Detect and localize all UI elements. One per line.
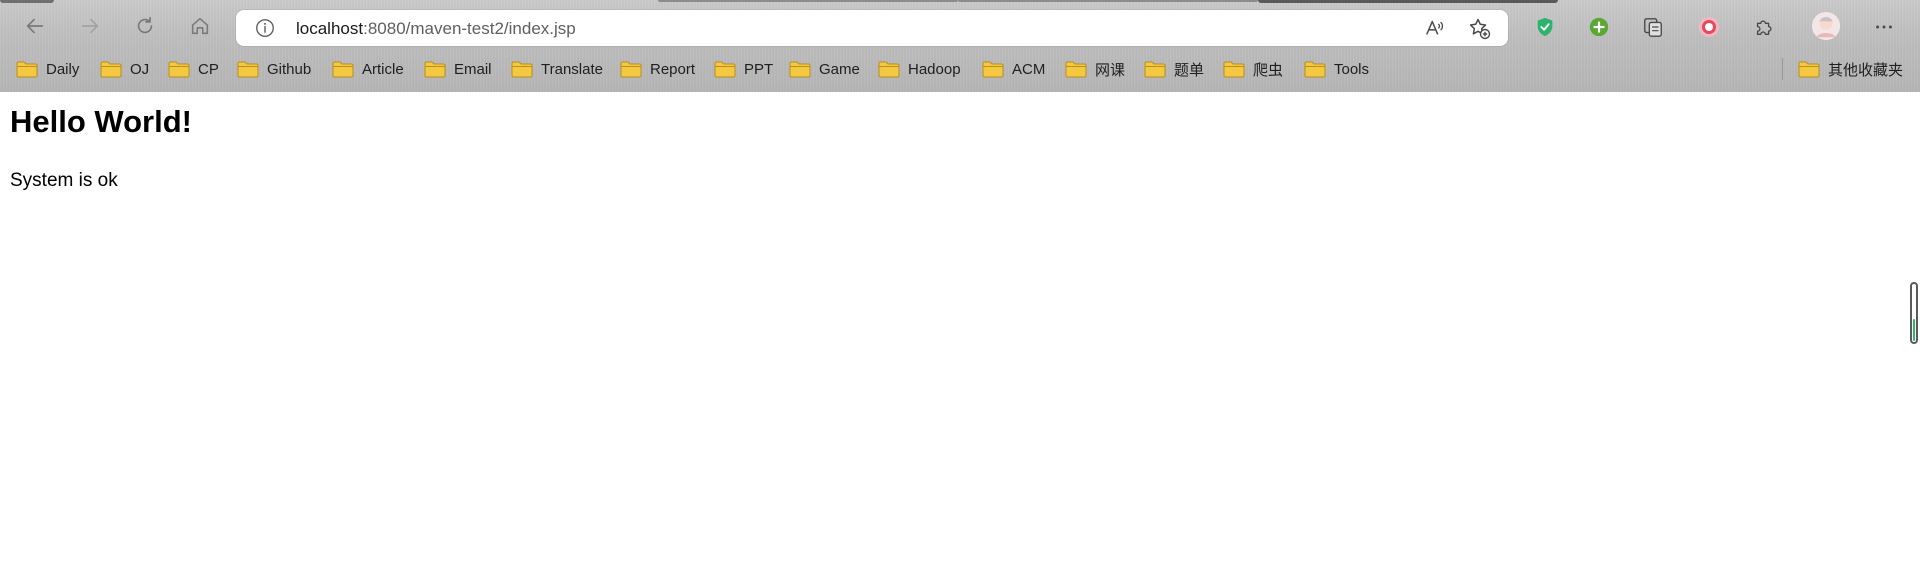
bookmark-label: Report	[650, 60, 696, 78]
bookmark-folder-ppt[interactable]: PPT	[714, 56, 773, 82]
bookmark-label: 爬虫	[1253, 61, 1284, 79]
tab-edge	[958, 0, 1258, 2]
bookmark-folder-hadoop[interactable]: Hadoop	[878, 56, 961, 82]
bookmark-folder-game[interactable]: Game	[789, 56, 860, 82]
folder-icon	[982, 61, 1004, 78]
tab-edge	[1258, 0, 1558, 3]
read-aloud-button[interactable]	[1422, 16, 1448, 40]
bookmark-label: OJ	[130, 60, 150, 78]
forward-arrow-icon	[81, 18, 99, 34]
bookmark-folder-tools[interactable]: Tools	[1304, 56, 1369, 82]
bookmark-label: Translate	[541, 60, 603, 78]
folder-icon	[16, 61, 38, 78]
bookmark-folder-email[interactable]: Email	[424, 56, 492, 82]
folder-icon	[100, 61, 122, 78]
bookmark-label: Tools	[1334, 60, 1370, 78]
folder-icon	[237, 61, 259, 78]
tab-edge	[0, 0, 54, 3]
red-extension-button[interactable]	[1694, 12, 1724, 42]
bookmark-label: Email	[454, 60, 492, 78]
browser-chrome: localhost:8080/maven-test2/index.jsp Dai…	[0, 0, 1920, 92]
bookmark-folder-problem-list[interactable]: 题单	[1144, 56, 1204, 82]
folder-icon	[424, 61, 446, 78]
bookmark-folder-crawler[interactable]: 爬虫	[1223, 56, 1283, 82]
bookmark-folder-daily[interactable]: Daily	[16, 56, 79, 82]
shield-check-icon	[1537, 17, 1553, 37]
back-arrow-icon	[26, 18, 44, 34]
bookmark-folder-online-course[interactable]: 网课	[1065, 56, 1125, 82]
avatar	[1811, 11, 1841, 41]
forward-button[interactable]	[70, 8, 110, 44]
bookmark-folder-report[interactable]: Report	[620, 56, 695, 82]
home-button[interactable]	[180, 8, 220, 44]
scroll-indicator-fill	[1913, 319, 1915, 341]
folder-icon	[714, 61, 736, 78]
bookmark-folder-translate[interactable]: Translate	[511, 56, 603, 82]
other-bookmarks-label: 其他收藏夹	[1828, 61, 1904, 79]
folder-icon	[1304, 61, 1326, 78]
refresh-icon	[137, 16, 153, 34]
scroll-indicator[interactable]	[1910, 282, 1918, 344]
bookmark-label: Hadoop	[908, 60, 961, 78]
profile-button[interactable]	[1810, 10, 1842, 42]
bookmark-folder-article[interactable]: Article	[332, 56, 404, 82]
more-button[interactable]	[1869, 12, 1899, 42]
other-bookmarks-folder[interactable]: 其他收藏夹	[1798, 56, 1903, 82]
folder-icon	[1798, 61, 1820, 78]
bookmark-label: CP	[198, 60, 219, 78]
collections-button[interactable]	[1638, 12, 1668, 42]
folder-icon	[789, 61, 811, 78]
bookmark-label: Daily	[46, 60, 80, 78]
extensions-button[interactable]	[1749, 12, 1779, 42]
tab-edge	[658, 0, 958, 2]
favorite-button[interactable]	[1466, 16, 1492, 40]
puzzle-icon	[1756, 20, 1772, 36]
shield-extension-button[interactable]	[1530, 12, 1560, 42]
bookmark-label: Github	[267, 60, 312, 78]
red-circle-icon	[1699, 17, 1719, 37]
plus-circle-icon	[1589, 17, 1609, 37]
url-text[interactable]: localhost:8080/maven-test2/index.jsp	[296, 19, 576, 39]
bookmark-label: Game	[819, 60, 860, 78]
url-path: :8080/maven-test2/index.jsp	[363, 19, 576, 38]
home-icon	[191, 17, 209, 35]
folder-icon	[1144, 61, 1166, 78]
bookmark-label: ACM	[1012, 60, 1046, 78]
folder-icon	[1065, 61, 1087, 78]
bookmark-label: PPT	[744, 60, 774, 78]
refresh-button[interactable]	[125, 8, 165, 44]
back-button[interactable]	[15, 8, 55, 44]
url-host: localhost	[296, 19, 364, 38]
status-text: System is ok	[10, 170, 118, 191]
bookmark-folder-oj[interactable]: OJ	[100, 56, 149, 82]
plus-extension-button[interactable]	[1584, 12, 1614, 42]
read-aloud-icon	[1426, 20, 1444, 35]
info-icon[interactable]	[254, 17, 276, 39]
bookmark-folder-github[interactable]: Github	[237, 56, 311, 82]
add-favorite-icon	[1469, 18, 1491, 40]
bookmark-folder-cp[interactable]: CP	[168, 56, 219, 82]
bookmark-label: Article	[362, 60, 404, 78]
toolbar: localhost:8080/maven-test2/index.jsp	[0, 4, 1920, 50]
collections-icon	[1644, 18, 1662, 37]
bookmarks-divider	[1782, 58, 1783, 80]
folder-icon	[1223, 61, 1245, 78]
folder-icon	[878, 61, 900, 78]
folder-icon	[511, 61, 533, 78]
bookmark-folder-acm[interactable]: ACM	[982, 56, 1045, 82]
address-bar[interactable]: localhost:8080/maven-test2/index.jsp	[236, 10, 1508, 46]
folder-icon	[332, 61, 354, 78]
folder-icon	[168, 61, 190, 78]
bookmarks-bar: Daily OJ CP Github Article Email Transla…	[0, 52, 1920, 86]
page-heading: Hello World!	[10, 104, 192, 139]
bookmark-label: 网课	[1095, 61, 1126, 79]
folder-icon	[620, 61, 642, 78]
more-icon	[1876, 25, 1892, 29]
bookmark-label: 题单	[1174, 61, 1205, 79]
